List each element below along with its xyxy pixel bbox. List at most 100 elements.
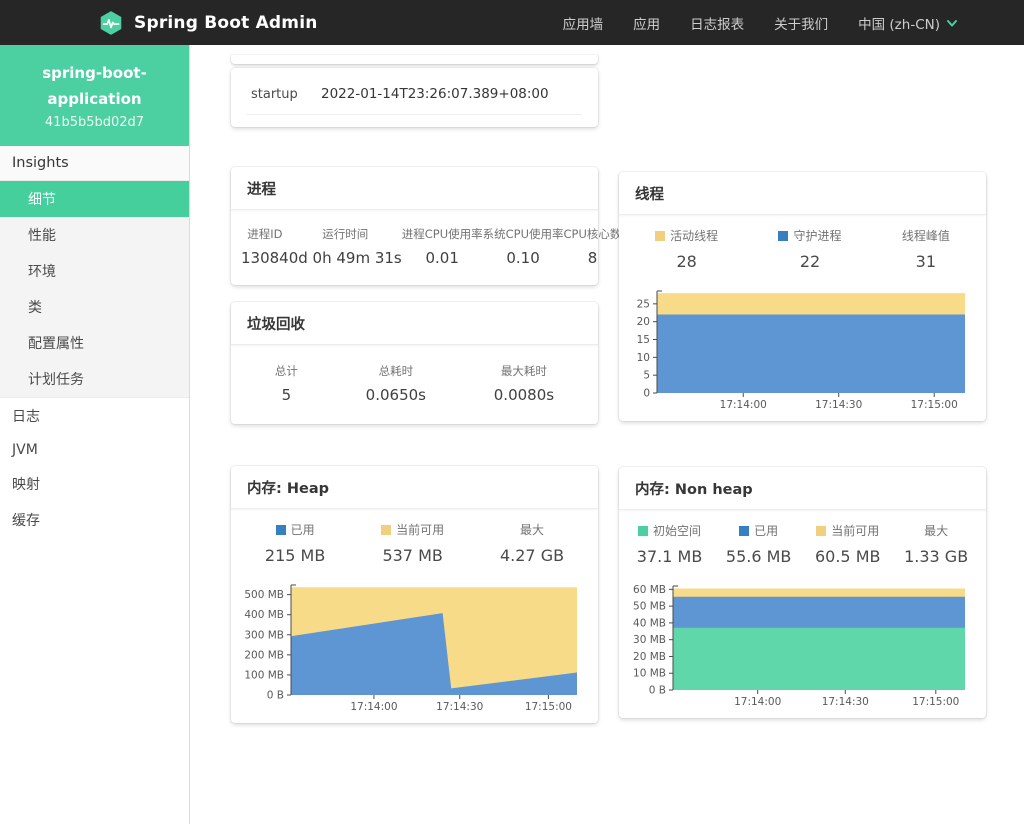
svg-text:500 MB: 500 MB (244, 589, 284, 601)
svg-text:100 MB: 100 MB (244, 669, 284, 681)
svg-text:17:14:30: 17:14:30 (815, 399, 862, 411)
scrolled-card-edge (231, 55, 598, 64)
svg-text:5: 5 (643, 370, 650, 382)
legend-daemon-threads: 守护进程 22 (778, 227, 841, 271)
threads-area-chart: 0 5 10 15 20 25 17:14:00 17:14:30 17:15:00 (629, 285, 969, 411)
sidebar-item-configprops[interactable]: 配置属性 (0, 325, 189, 361)
sidebar-item-metrics[interactable]: 性能 (0, 217, 189, 253)
startup-card: startup 2022-01-14T23:26:07.389+08:00 (231, 68, 598, 127)
legend-live-threads: 活动线程 28 (655, 227, 718, 271)
insights-submenu: 细节 性能 环境 类 配置属性 计划任务 (0, 181, 189, 398)
nav-item-about[interactable]: 关于我们 (774, 13, 828, 33)
yellow-swatch-icon (381, 525, 391, 535)
sidebar-item-classes[interactable]: 类 (0, 289, 189, 325)
svg-text:17:14:30: 17:14:30 (436, 701, 483, 713)
startup-label: startup (251, 87, 321, 102)
nav-item-wallboard[interactable]: 应用墙 (563, 13, 604, 33)
legend-nonheap-available: 当前可用 60.5 MB (815, 522, 881, 566)
chevron-down-icon (946, 17, 958, 29)
gc-card: 垃圾回收 总计 5 总耗时 0.0650s 最大耗时 0.0080s (231, 302, 598, 424)
heap-chart: 0 B 100 MB 200 MB 300 MB 400 MB 500 MB 17:14:0… (231, 569, 598, 723)
svg-text:400 MB: 400 MB (244, 609, 284, 621)
nav-links: 应用墙 应用 日志报表 关于我们 中国 (zh-CN) (563, 13, 958, 33)
heap-area-chart: 0 B 100 MB 200 MB 300 MB 400 MB 500 MB 17:14:0… (241, 579, 581, 713)
legend-heap-max: 最大 4.27 GB (500, 521, 564, 565)
svg-text:17:14:30: 17:14:30 (822, 696, 869, 708)
svg-text:0: 0 (643, 388, 650, 400)
sidebar-item-caches[interactable]: 缓存 (0, 502, 189, 538)
nonheap-legend: 初始空间 37.1 MB 已用 55.6 MB (619, 510, 986, 570)
svg-text:60 MB: 60 MB (633, 584, 666, 596)
left-column: startup 2022-01-14T23:26:07.389+08:00 进程… (231, 55, 598, 723)
svg-text:200 MB: 200 MB (244, 649, 284, 661)
legend-nonheap-max: 最大 1.33 GB (904, 522, 968, 566)
nonheap-memory-card: 内存: Non heap 初始空间 37.1 MB 已用 (619, 467, 986, 718)
svg-text:10: 10 (637, 352, 650, 364)
svg-text:17:15:00: 17:15:00 (912, 696, 959, 708)
green-swatch-icon (638, 526, 648, 536)
svg-text:17:14:00: 17:14:00 (720, 399, 767, 411)
svg-text:20 MB: 20 MB (633, 651, 666, 663)
sidebar-item-scheduledtasks[interactable]: 计划任务 (0, 361, 189, 397)
sidebar-item-mappings[interactable]: 映射 (0, 466, 189, 502)
legend-heap-available: 当前可用 537 MB (381, 521, 444, 565)
svg-text:17:15:00: 17:15:00 (525, 701, 572, 713)
startup-timestamp: 2022-01-14T23:26:07.389+08:00 (321, 86, 549, 102)
nonheap-chart: 0 B10 MB20 MB30 MB40 MB50 MB60 MB17:14:0… (619, 570, 986, 718)
svg-text:30 MB: 30 MB (633, 634, 666, 646)
nonheap-area-chart: 0 B10 MB20 MB30 MB40 MB50 MB60 MB17:14:0… (629, 580, 969, 708)
application-name: spring-boot-application (10, 60, 179, 113)
threads-legend: 活动线程 28 守护进程 22 线程峰值 (619, 215, 986, 275)
metric-gc-count: 总计 5 (275, 363, 298, 404)
svg-text:17:14:00: 17:14:00 (734, 696, 781, 708)
nav-item-journal[interactable]: 日志报表 (690, 13, 744, 33)
yellow-swatch-icon (655, 231, 665, 241)
locale-dropdown[interactable]: 中国 (zh-CN) (858, 13, 958, 33)
threads-card-title: 线程 (619, 172, 986, 215)
application-header[interactable]: spring-boot-application 41b5b5bd02d7 (0, 45, 189, 146)
legend-nonheap-used: 已用 55.6 MB (726, 522, 792, 566)
right-column: 线程 活动线程 28 守护进程 22 (619, 55, 986, 723)
svg-text:17:14:00: 17:14:00 (350, 701, 397, 713)
gc-metrics: 总计 5 总耗时 0.0650s 最大耗时 0.0080s (231, 345, 598, 424)
metric-gc-max-time: 最大耗时 0.0080s (494, 363, 554, 404)
blue-swatch-icon (276, 525, 286, 535)
svg-text:0 B: 0 B (267, 690, 284, 702)
svg-text:40 MB: 40 MB (633, 617, 666, 629)
metric-cpu-cores: CPU核心数 8 (564, 226, 622, 267)
gc-card-title: 垃圾回收 (231, 302, 598, 345)
legend-initial-space: 初始空间 37.1 MB (637, 522, 703, 566)
top-navbar: Spring Boot Admin 应用墙 应用 日志报表 关于我们 中国 (z… (0, 0, 1024, 45)
instance-id: 41b5b5bd02d7 (10, 115, 179, 130)
nav-item-applications[interactable]: 应用 (633, 13, 660, 33)
brand-title: Spring Boot Admin (134, 13, 318, 33)
blue-swatch-icon (739, 526, 749, 536)
sidebar-item-jvm[interactable]: JVM (0, 434, 189, 466)
blue-swatch-icon (778, 231, 788, 241)
sidebar-item-logs[interactable]: 日志 (0, 398, 189, 434)
sidebar-item-environment[interactable]: 环境 (0, 253, 189, 289)
heap-card-title: 内存: Heap (231, 466, 598, 509)
metric-process-cpu: 进程CPU使用率 0.01 (402, 226, 483, 267)
main-content: startup 2022-01-14T23:26:07.389+08:00 进程… (190, 45, 1024, 824)
svg-text:10 MB: 10 MB (633, 668, 666, 680)
brand[interactable]: Spring Boot Admin (98, 10, 318, 36)
spring-boot-admin-logo-icon (98, 10, 124, 36)
heap-memory-card: 内存: Heap 已用 215 MB 当前可用 (231, 466, 598, 723)
process-card-title: 进程 (231, 167, 598, 210)
svg-text:0 B: 0 B (649, 685, 666, 697)
svg-text:20: 20 (637, 316, 650, 328)
svg-text:25: 25 (637, 298, 650, 310)
startup-row: startup 2022-01-14T23:26:07.389+08:00 (247, 72, 582, 115)
metric-uptime: 运行时间 0d 0h 49m 31s (289, 226, 402, 267)
svg-text:300 MB: 300 MB (244, 629, 284, 641)
threads-card: 线程 活动线程 28 守护进程 22 (619, 172, 986, 421)
sidebar-item-details[interactable]: 细节 (0, 181, 189, 217)
metric-pid: 进程ID 13084 (241, 226, 289, 267)
svg-text:15: 15 (637, 334, 650, 346)
yellow-swatch-icon (816, 526, 826, 536)
sidebar: spring-boot-application 41b5b5bd02d7 Ins… (0, 45, 190, 824)
process-metrics: 进程ID 13084 运行时间 0d 0h 49m 31s 进程CPU使用率 0… (231, 210, 598, 285)
svg-text:17:15:00: 17:15:00 (911, 399, 958, 411)
threads-chart: 0 5 10 15 20 25 17:14:00 17:14:30 17:15:00 (619, 275, 986, 421)
